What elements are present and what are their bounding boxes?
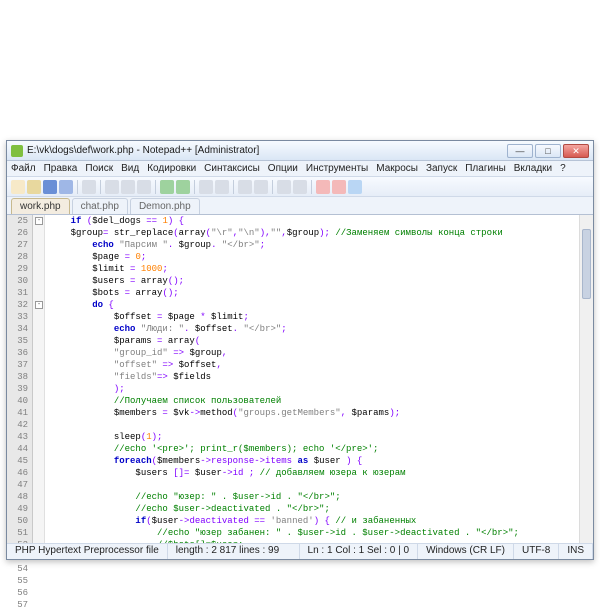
editor-area[interactable]: 2526272829303132333435363738394041424344… [7, 215, 593, 543]
menu-search[interactable]: Поиск [85, 161, 113, 176]
titlebar[interactable]: E:\vk\dogs\def\work.php - Notepad++ [Adm… [7, 141, 593, 161]
save-icon[interactable] [43, 180, 57, 194]
undo-icon[interactable] [160, 180, 174, 194]
status-eol: Windows (CR LF) [418, 544, 514, 559]
status-filetype: PHP Hypertext Preprocessor file [7, 544, 168, 559]
cut-icon[interactable] [105, 180, 119, 194]
find-icon[interactable] [199, 180, 213, 194]
scrollbar-thumb[interactable] [582, 229, 591, 299]
replace-icon[interactable] [215, 180, 229, 194]
window-title: E:\vk\dogs\def\work.php - Notepad++ [Adm… [27, 145, 505, 156]
menu-options[interactable]: Опции [268, 161, 298, 176]
menu-encoding[interactable]: Кодировки [147, 161, 196, 176]
new-file-icon[interactable] [11, 180, 25, 194]
menu-plugins[interactable]: Плагины [465, 161, 506, 176]
print-icon[interactable] [82, 180, 96, 194]
menu-tools[interactable]: Инструменты [306, 161, 368, 176]
menubar: Файл Правка Поиск Вид Кодировки Синтакси… [7, 161, 593, 177]
tab-active[interactable]: work.php [11, 198, 70, 214]
open-file-icon[interactable] [27, 180, 41, 194]
copy-icon[interactable] [121, 180, 135, 194]
tab-inactive-1[interactable]: chat.php [72, 198, 128, 214]
menu-tabs[interactable]: Вкладки [514, 161, 552, 176]
maximize-button[interactable]: □ [535, 144, 561, 158]
zoom-in-icon[interactable] [238, 180, 252, 194]
statusbar: PHP Hypertext Preprocessor file length :… [7, 543, 593, 559]
code-content[interactable]: if ($del_dogs == 1) { $group= str_replac… [45, 215, 593, 543]
menu-edit[interactable]: Правка [44, 161, 78, 176]
close-button[interactable]: ✕ [563, 144, 589, 158]
toolbar [7, 177, 593, 197]
tabbar: work.php chat.php Demon.php [7, 197, 593, 215]
menu-macros[interactable]: Макросы [376, 161, 418, 176]
fold-icon[interactable]: - [35, 301, 43, 309]
wrap-icon[interactable] [277, 180, 291, 194]
app-icon [11, 145, 23, 157]
paste-icon[interactable] [137, 180, 151, 194]
tab-label: work.php [20, 201, 61, 212]
status-length: length : 2 817 lines : 99 [168, 544, 300, 559]
save-all-icon[interactable] [59, 180, 73, 194]
status-mode: INS [559, 544, 593, 559]
record-icon[interactable] [316, 180, 330, 194]
menu-help[interactable]: ? [560, 161, 566, 176]
zoom-out-icon[interactable] [254, 180, 268, 194]
menu-file[interactable]: Файл [11, 161, 36, 176]
tab-label: chat.php [81, 201, 119, 212]
stop-icon[interactable] [332, 180, 346, 194]
showall-icon[interactable] [293, 180, 307, 194]
app-window: E:\vk\dogs\def\work.php - Notepad++ [Adm… [6, 140, 594, 560]
line-number-gutter: 2526272829303132333435363738394041424344… [7, 215, 33, 543]
vertical-scrollbar[interactable] [579, 215, 593, 543]
status-encoding: UTF-8 [514, 544, 559, 559]
status-pos: Ln : 1 Col : 1 Sel : 0 | 0 [300, 544, 419, 559]
fold-column: - - [33, 215, 45, 543]
redo-icon[interactable] [176, 180, 190, 194]
minimize-button[interactable]: — [507, 144, 533, 158]
fold-icon[interactable]: - [35, 217, 43, 225]
menu-run[interactable]: Запуск [426, 161, 457, 176]
menu-view[interactable]: Вид [121, 161, 139, 176]
tab-inactive-2[interactable]: Demon.php [130, 198, 200, 214]
tab-label: Demon.php [139, 201, 191, 212]
menu-syntax[interactable]: Синтаксисы [204, 161, 260, 176]
play-icon[interactable] [348, 180, 362, 194]
